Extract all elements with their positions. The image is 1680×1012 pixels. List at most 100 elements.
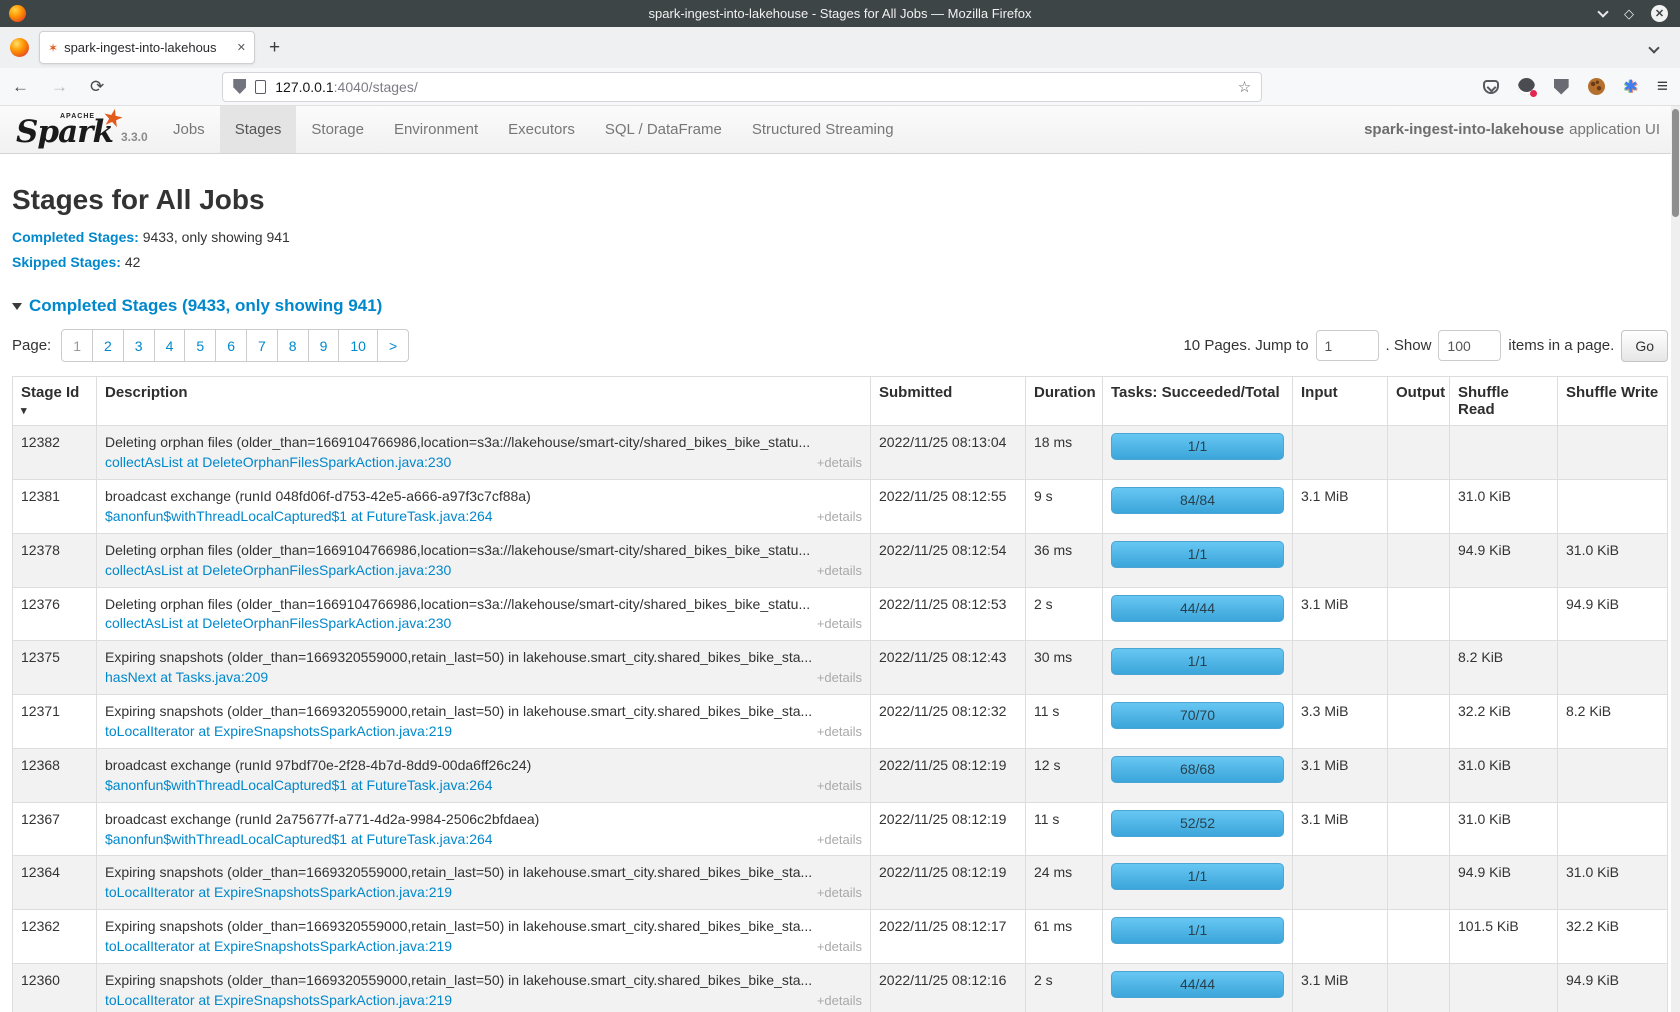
- stage-detail-link[interactable]: hasNext at Tasks.java:209: [105, 668, 268, 687]
- page-button-8[interactable]: 8: [277, 329, 309, 362]
- shuffle-write-cell: [1558, 426, 1668, 480]
- details-toggle[interactable]: +details: [817, 884, 862, 902]
- details-toggle[interactable]: +details: [817, 454, 862, 472]
- pocket-icon[interactable]: [1483, 80, 1499, 94]
- description-cell: Deleting orphan files (older_than=166910…: [97, 587, 871, 641]
- details-toggle[interactable]: +details: [817, 562, 862, 580]
- stage-detail-link[interactable]: collectAsList at DeleteOrphanFilesSparkA…: [105, 561, 451, 580]
- page-button-1[interactable]: 1: [61, 329, 93, 362]
- items-per-page-input[interactable]: [1438, 330, 1501, 361]
- stage-detail-link[interactable]: collectAsList at DeleteOrphanFilesSparkA…: [105, 614, 451, 633]
- reload-icon[interactable]: ⟳: [90, 78, 104, 95]
- details-toggle[interactable]: +details: [817, 615, 862, 633]
- page-button-3[interactable]: 3: [123, 329, 155, 362]
- back-icon[interactable]: ←: [12, 78, 29, 95]
- stage-detail-link[interactable]: toLocalIterator at ExpireSnapshotsSparkA…: [105, 883, 452, 902]
- header-shuffle-write[interactable]: Shuffle Write: [1558, 377, 1668, 426]
- stage-description: Deleting orphan files (older_than=166910…: [105, 433, 862, 452]
- details-toggle[interactable]: +details: [817, 723, 862, 741]
- nav-item-sql-dataframe[interactable]: SQL / DataFrame: [590, 106, 737, 153]
- shuffle-read-cell: 94.9 KiB: [1450, 856, 1558, 910]
- details-toggle[interactable]: +details: [817, 992, 862, 1010]
- nav-item-jobs[interactable]: Jobs: [158, 106, 220, 153]
- header-output[interactable]: Output: [1388, 377, 1450, 426]
- page-button-9[interactable]: 9: [308, 329, 340, 362]
- task-progress-label: 1/1: [1188, 437, 1207, 456]
- header-description[interactable]: Description: [97, 377, 871, 426]
- stage-detail-link[interactable]: toLocalIterator at ExpireSnapshotsSparkA…: [105, 722, 452, 741]
- details-toggle[interactable]: +details: [817, 831, 862, 849]
- page-button-group: 12345678910>: [61, 329, 409, 362]
- details-toggle[interactable]: +details: [817, 508, 862, 526]
- firefox-view-icon[interactable]: [10, 38, 29, 57]
- page-button-7[interactable]: 7: [246, 329, 278, 362]
- task-progress-label: 1/1: [1188, 867, 1207, 886]
- url-bar[interactable]: 127.0.0.1:4040/stages/ ☆: [222, 72, 1262, 102]
- input-cell: 3.1 MiB: [1293, 479, 1388, 533]
- jump-to-page-input[interactable]: [1316, 330, 1379, 361]
- stage-detail-link[interactable]: $anonfun$withThreadLocalCaptured$1 at Fu…: [105, 830, 493, 849]
- details-toggle[interactable]: +details: [817, 669, 862, 687]
- task-progress-label: 52/52: [1180, 814, 1215, 833]
- header-tasks[interactable]: Tasks: Succeeded/Total: [1103, 377, 1293, 426]
- page-button-4[interactable]: 4: [154, 329, 186, 362]
- page-button-5[interactable]: 5: [184, 329, 216, 362]
- completed-stages-section-toggle[interactable]: Completed Stages (9433, only showing 941…: [12, 296, 1668, 316]
- next-page-button[interactable]: >: [377, 329, 409, 362]
- nav-item-environment[interactable]: Environment: [379, 106, 493, 153]
- collapse-caret-icon: [12, 303, 22, 310]
- new-tab-button[interactable]: +: [269, 37, 280, 59]
- details-toggle[interactable]: +details: [817, 777, 862, 795]
- tab-list-chevron-icon[interactable]: [1648, 42, 1659, 53]
- spark-version: 3.3.0: [121, 130, 148, 147]
- output-cell: [1388, 641, 1450, 695]
- stage-detail-link[interactable]: $anonfun$withThreadLocalCaptured$1 at Fu…: [105, 776, 493, 795]
- output-cell: [1388, 856, 1450, 910]
- extension-asterisk-icon[interactable]: ✱: [1624, 78, 1638, 95]
- description-cell: broadcast exchange (runId 048fd06f-d753-…: [97, 479, 871, 533]
- nav-item-stages[interactable]: Stages: [220, 106, 297, 153]
- scrollbar-thumb[interactable]: [1672, 109, 1679, 217]
- task-progress-label: 70/70: [1180, 706, 1215, 725]
- window-close-icon[interactable]: ✕: [1651, 5, 1668, 22]
- window-minimize-icon[interactable]: [1597, 6, 1608, 17]
- tracking-shield-icon[interactable]: [233, 79, 246, 94]
- header-submitted[interactable]: Submitted: [871, 377, 1026, 426]
- table-row: 12376 Deleting orphan files (older_than=…: [13, 587, 1668, 641]
- stage-detail-link[interactable]: toLocalIterator at ExpireSnapshotsSparkA…: [105, 991, 452, 1010]
- skipped-stages-summary: Skipped Stages: 42: [12, 253, 1668, 273]
- stage-detail-link[interactable]: toLocalIterator at ExpireSnapshotsSparkA…: [105, 937, 452, 956]
- page-button-2[interactable]: 2: [92, 329, 124, 362]
- bookmark-star-icon[interactable]: ☆: [1238, 78, 1251, 96]
- menu-icon[interactable]: ≡: [1657, 77, 1668, 96]
- stage-detail-link[interactable]: $anonfun$withThreadLocalCaptured$1 at Fu…: [105, 507, 493, 526]
- header-duration[interactable]: Duration: [1026, 377, 1103, 426]
- header-shuffle-read[interactable]: Shuffle Read: [1450, 377, 1558, 426]
- stage-detail-link[interactable]: collectAsList at DeleteOrphanFilesSparkA…: [105, 453, 451, 472]
- page-button-6[interactable]: 6: [215, 329, 247, 362]
- url-text[interactable]: 127.0.0.1:4040/stages/: [275, 79, 1229, 95]
- window-maximize-icon[interactable]: ◇: [1624, 7, 1634, 20]
- nav-item-executors[interactable]: Executors: [493, 106, 590, 153]
- tab-close-icon[interactable]: ✕: [237, 41, 246, 54]
- browser-tab[interactable]: ✶ spark-ingest-into-lakehous ✕: [39, 31, 255, 64]
- page-button-10[interactable]: 10: [338, 329, 378, 362]
- shuffle-write-cell: 31.0 KiB: [1558, 533, 1668, 587]
- stage-id-cell: 12371: [13, 695, 97, 749]
- cookie-extension-icon[interactable]: [1588, 78, 1605, 95]
- details-toggle[interactable]: +details: [817, 938, 862, 956]
- duration-cell: 11 s: [1026, 695, 1103, 749]
- stage-description: Expiring snapshots (older_than=166932055…: [105, 971, 862, 990]
- nav-item-storage[interactable]: Storage: [296, 106, 379, 153]
- ublock-shield-icon[interactable]: [1554, 79, 1569, 95]
- header-stage-id[interactable]: Stage Id ▾: [13, 377, 97, 426]
- page-info-icon[interactable]: [255, 80, 266, 94]
- header-input[interactable]: Input: [1293, 377, 1388, 426]
- forward-icon[interactable]: →: [51, 78, 68, 95]
- nav-item-structured-streaming[interactable]: Structured Streaming: [737, 106, 909, 153]
- container-extension-icon[interactable]: [1518, 78, 1535, 95]
- shuffle-read-cell: 31.0 KiB: [1450, 802, 1558, 856]
- description-cell: Expiring snapshots (older_than=166932055…: [97, 910, 871, 964]
- submitted-cell: 2022/11/25 08:12:54: [871, 533, 1026, 587]
- go-button[interactable]: Go: [1621, 330, 1668, 362]
